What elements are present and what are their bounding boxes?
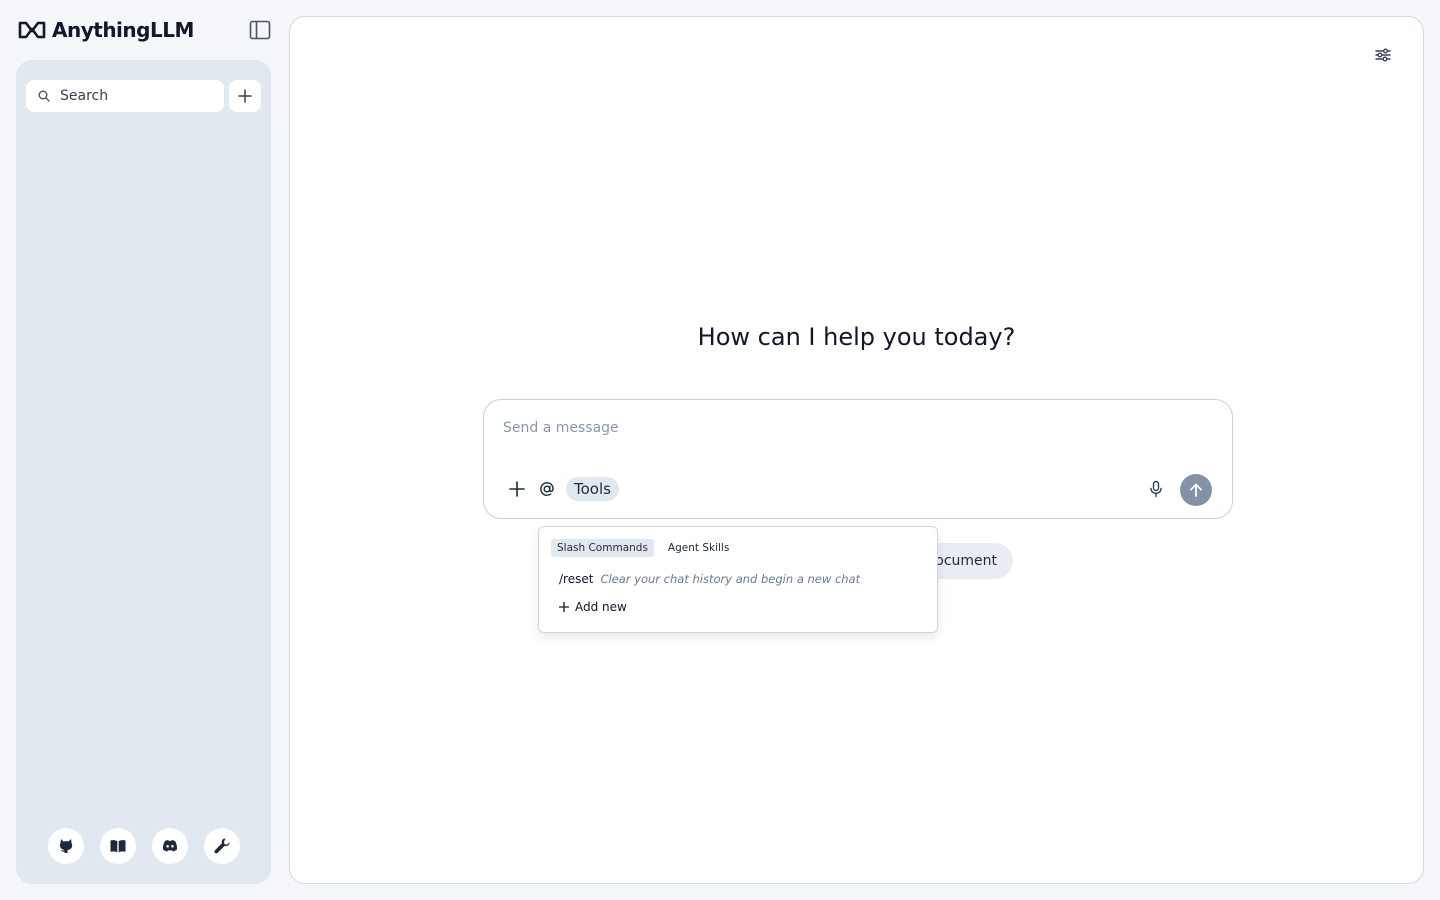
arrow-up-icon [1190, 483, 1202, 497]
chat-panel: How can I help you today? Tools [289, 16, 1424, 884]
new-workspace-button[interactable] [229, 80, 261, 112]
discord-button[interactable] [152, 828, 188, 864]
plus-icon [559, 602, 569, 612]
anythingllm-logo-icon [18, 21, 46, 39]
sliders-icon[interactable] [1373, 45, 1393, 65]
suggestion-chip-label: ocument [935, 553, 997, 569]
brand: AnythingLLM [18, 18, 194, 42]
at-sign-icon [540, 482, 554, 496]
sidebar [16, 60, 271, 884]
add-new-label: Add new [575, 600, 627, 614]
attach-button[interactable] [504, 476, 530, 502]
search-input[interactable] [60, 88, 210, 104]
microphone-button[interactable] [1144, 477, 1168, 501]
tools-button[interactable]: Tools [566, 477, 619, 501]
search-icon [38, 90, 50, 102]
message-composer: Tools [483, 399, 1233, 519]
message-input[interactable] [503, 420, 1203, 450]
brand-name: AnythingLLM [52, 18, 194, 42]
greeting-heading: How can I help you today? [697, 323, 1016, 351]
discord-icon [162, 840, 178, 852]
plus-icon [509, 481, 525, 497]
slash-command-popup: Slash Commands Agent Skills /reset Clear… [538, 526, 938, 633]
command-item-reset[interactable]: /reset Clear your chat history and begin… [559, 572, 860, 586]
command-description: Clear your chat history and begin a new … [600, 572, 861, 586]
microphone-icon [1150, 480, 1162, 498]
popup-tabs: Slash Commands Agent Skills [551, 539, 735, 557]
mention-button[interactable] [534, 476, 560, 502]
tab-agent-skills[interactable]: Agent Skills [662, 539, 735, 557]
search-box[interactable] [26, 80, 224, 112]
wrench-icon [214, 838, 230, 854]
github-button[interactable] [48, 828, 84, 864]
github-icon [59, 839, 73, 853]
send-button[interactable] [1180, 474, 1212, 506]
sidebar-footer [48, 828, 240, 864]
add-new-command-button[interactable]: Add new [559, 600, 627, 614]
tab-slash-commands[interactable]: Slash Commands [551, 539, 654, 557]
settings-wrench-button[interactable] [204, 828, 240, 864]
sidebar-toggle-icon[interactable] [249, 20, 271, 40]
docs-button[interactable] [100, 828, 136, 864]
book-icon [110, 840, 126, 853]
plus-icon [238, 89, 252, 103]
command-name: /reset [559, 572, 594, 586]
composer-tools: Tools [504, 476, 619, 502]
